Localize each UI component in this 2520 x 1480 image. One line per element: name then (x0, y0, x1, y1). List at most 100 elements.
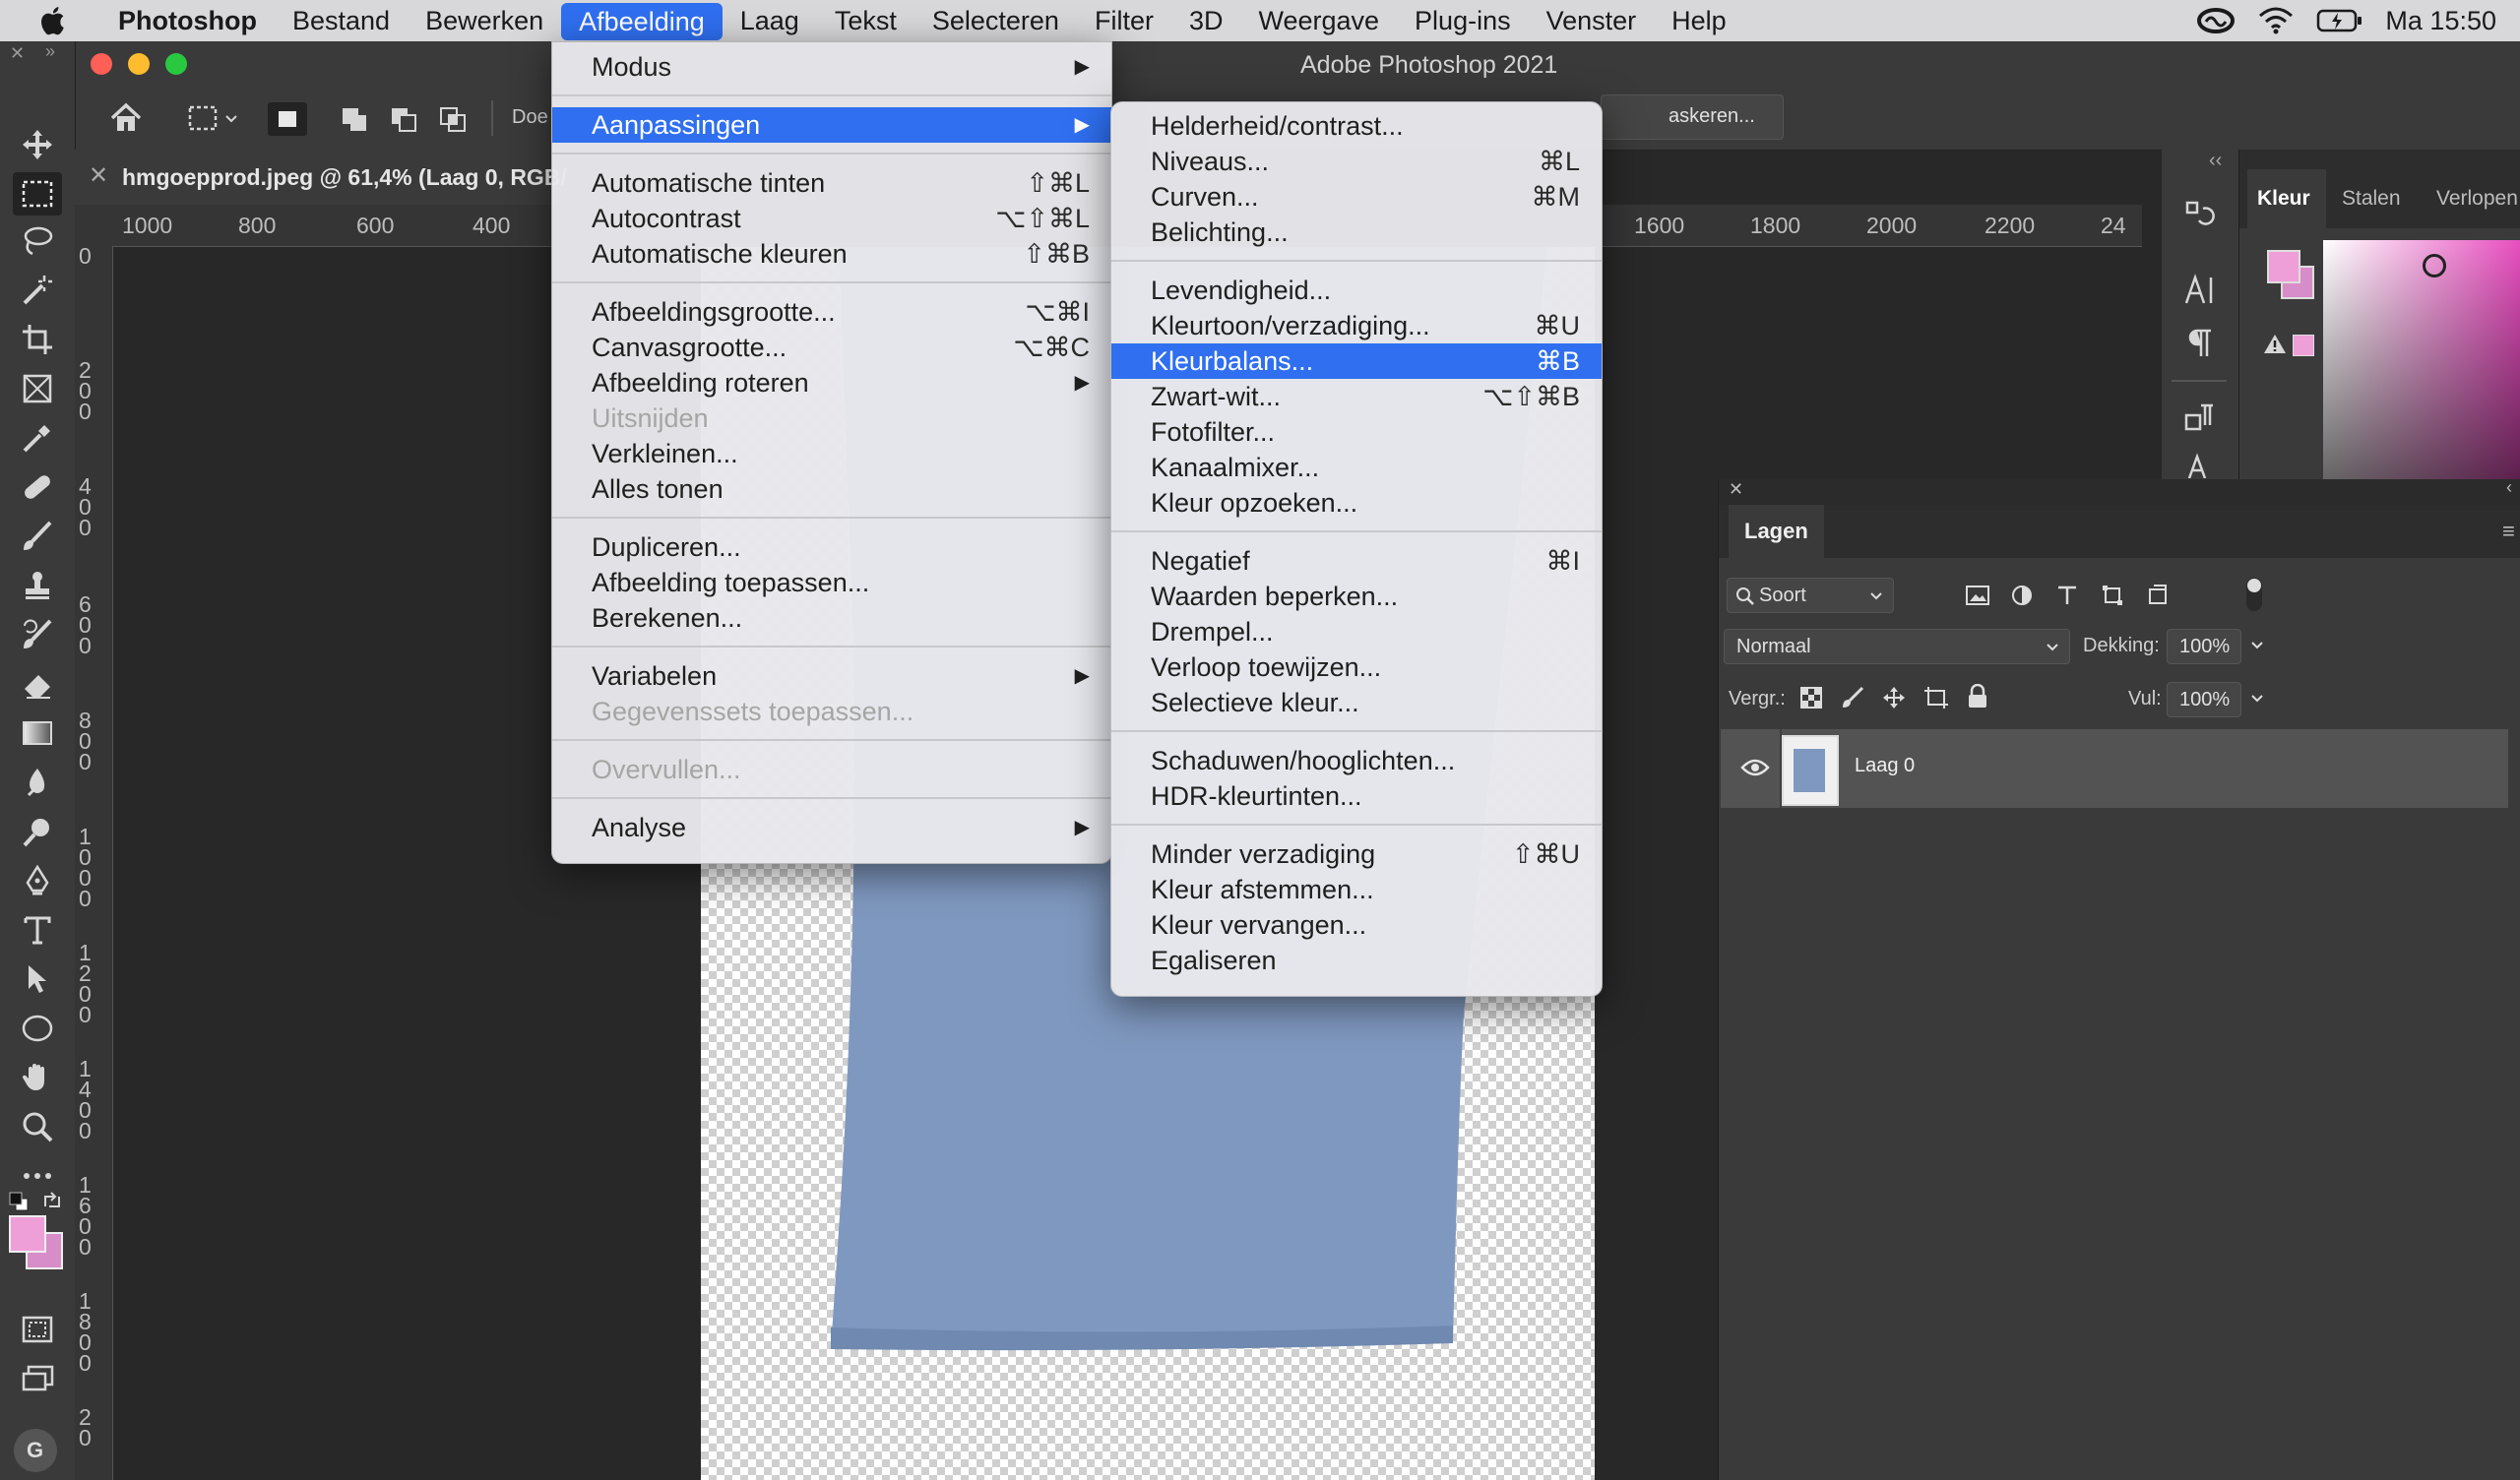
menu-item-negatief[interactable]: Negatief ⌘I (1111, 543, 1602, 579)
toolbar-close-icon[interactable]: ✕ (10, 43, 25, 64)
menu-item-berekenen[interactable]: Berekenen... (552, 600, 1111, 636)
hand-tool-icon[interactable] (19, 1059, 56, 1096)
menu-item-automatische-kleuren[interactable]: Automatische kleuren ⇧⌘B (552, 236, 1111, 272)
battery-icon[interactable] (2316, 7, 2363, 34)
menu-filter[interactable]: Filter (1077, 0, 1171, 41)
menu-item-drempel[interactable]: Drempel... (1111, 614, 1602, 649)
creative-cloud-icon[interactable] (2196, 6, 2236, 35)
menu-plug-ins[interactable]: Plug-ins (1397, 0, 1529, 41)
menu-laag[interactable]: Laag (723, 0, 817, 41)
menu-item-dupliceren[interactable]: Dupliceren... (552, 529, 1111, 565)
layer-row[interactable]: Laag 0 (1721, 729, 2508, 808)
minimize-window-button[interactable] (128, 53, 150, 75)
menu-item-kleurtoon-verzadiging[interactable]: Kleurtoon/verzadiging... ⌘U (1111, 308, 1602, 343)
menu-item-curven[interactable]: Curven... ⌘M (1111, 179, 1602, 215)
more-tools-icon[interactable] (19, 1157, 56, 1195)
menu-tekst[interactable]: Tekst (817, 0, 914, 41)
layers-panel-collapse-icon[interactable]: ‹ (2506, 477, 2512, 498)
menu-item-verkleinen[interactable]: Verkleinen... (552, 436, 1111, 471)
healing-brush-tool-icon[interactable] (19, 468, 56, 506)
brush-tool-icon[interactable] (19, 518, 56, 555)
layer-name[interactable]: Laag 0 (1855, 755, 1915, 777)
character-panel-icon[interactable] (2183, 274, 2217, 307)
clone-stamp-tool-icon[interactable] (19, 567, 56, 604)
dock-collapse-icon[interactable]: ‹‹ (2209, 150, 2222, 172)
history-brush-tool-icon[interactable] (19, 616, 56, 653)
menu-item-kleur-vervangen[interactable]: Kleur vervangen... (1111, 907, 1602, 943)
toolbar-collapse-icon[interactable]: » (45, 41, 55, 62)
fill-input[interactable]: 100% (2167, 682, 2241, 717)
layer-thumbnail[interactable] (1782, 735, 1839, 806)
fill-chevron-down-icon[interactable] (2250, 694, 2264, 704)
swap-colors-icon[interactable] (41, 1191, 63, 1212)
menu-help[interactable]: Help (1654, 0, 1744, 41)
crop-tool-icon[interactable] (19, 321, 56, 358)
frame-tool-icon[interactable] (19, 370, 56, 407)
menu-item-hdr-kleurtinten[interactable]: HDR-kleurtinten... (1111, 778, 1602, 814)
menu-bestand[interactable]: Bestand (275, 0, 408, 41)
menubar-clock[interactable]: Ma 15:50 (2385, 6, 2496, 36)
menu-item-levendigheid[interactable]: Levendigheid... (1111, 273, 1602, 308)
lock-position-icon[interactable] (1882, 686, 1906, 709)
color-panel-foreground-swatch[interactable] (2267, 250, 2300, 283)
vertical-ruler[interactable]: 0 2 0 0 4 0 0 6 0 0 8 0 0 1 0 0 0 1 2 0 … (75, 245, 113, 1480)
close-window-button[interactable] (91, 53, 112, 75)
menu-venster[interactable]: Venster (1529, 0, 1655, 41)
menu-item-analyse[interactable]: Analyse ▶ (552, 810, 1111, 845)
default-colors-icon[interactable] (8, 1191, 30, 1212)
tab-stalen[interactable]: Stalen (2342, 187, 2401, 211)
menu-item-kleur-opzoeken[interactable]: Kleur opzoeken... (1111, 485, 1602, 521)
menu-afbeelding[interactable]: Afbeelding (561, 3, 723, 40)
tab-lagen[interactable]: Lagen (1729, 505, 1824, 558)
document-tab[interactable]: ✕ hmgoepprod.jpeg @ 61,4% (Laag 0, RGB/ (75, 150, 567, 205)
menu-item-egaliseren[interactable]: Egaliseren (1111, 943, 1602, 978)
character-styles-icon[interactable] (2183, 451, 2217, 478)
filter-toggle-switch[interactable] (2246, 578, 2262, 611)
gradient-tool-icon[interactable] (19, 714, 56, 752)
menu-item-schaduwen-hooglichten[interactable]: Schaduwen/hooglichten... (1111, 743, 1602, 778)
menu-item-minder-verzadiging[interactable]: Minder verzadiging ⇧⌘U (1111, 836, 1602, 872)
lock-transparent-pixels-icon[interactable] (1799, 686, 1823, 709)
menu-item-verloop-toewijzen[interactable]: Verloop toewijzen... (1111, 649, 1602, 685)
menu-item-waarden-beperken[interactable]: Waarden beperken... (1111, 579, 1602, 614)
ellipse-tool-icon[interactable] (19, 1010, 56, 1047)
menu-item-selectieve-kleur[interactable]: Selectieve kleur... (1111, 685, 1602, 720)
paragraph-styles-icon[interactable] (2183, 401, 2217, 435)
menu-3d[interactable]: 3D (1171, 0, 1241, 41)
history-panel-icon[interactable] (2183, 199, 2217, 232)
menu-item-afbeelding-toepassen[interactable]: Afbeelding toepassen... (552, 565, 1111, 600)
tab-verlopen[interactable]: Verlopen (2436, 187, 2518, 211)
menu-item-aanpassingen[interactable]: Aanpassingen ▶ (552, 107, 1111, 143)
tab-kleur[interactable]: Kleur (2257, 187, 2310, 211)
menu-weergave[interactable]: Weergave (1240, 0, 1397, 41)
gamut-color-swatch[interactable] (2293, 335, 2314, 356)
layers-panel-close-icon[interactable]: ✕ (1729, 479, 1743, 500)
foreground-color-swatch[interactable] (9, 1215, 46, 1253)
paragraph-panel-icon[interactable] (2183, 327, 2217, 360)
filter-adjustment-layers-icon[interactable] (2010, 584, 2034, 607)
menu-item-belichting[interactable]: Belichting... (1111, 215, 1602, 250)
filter-type-layers-icon[interactable] (2055, 584, 2079, 607)
zoom-window-button[interactable] (165, 53, 187, 75)
opacity-chevron-down-icon[interactable] (2250, 641, 2264, 650)
screen-mode-icon[interactable] (19, 1360, 56, 1397)
intersect-selection-icon[interactable] (439, 106, 469, 134)
menu-item-afbeelding-roteren[interactable]: Afbeelding roteren ▶ (552, 365, 1111, 401)
color-picker-handle[interactable] (2423, 254, 2446, 278)
eraser-tool-icon[interactable] (19, 665, 56, 703)
lock-image-pixels-icon[interactable] (1841, 686, 1864, 709)
menu-selecteren[interactable]: Selecteren (914, 0, 1077, 41)
layers-panel-menu-icon[interactable]: ≡ (2502, 519, 2515, 544)
menu-item-kleurbalans[interactable]: Kleurbalans... ⌘B (1111, 343, 1602, 379)
home-icon[interactable] (108, 102, 144, 134)
magic-wand-tool-icon[interactable] (19, 272, 56, 309)
menu-bewerken[interactable]: Bewerken (408, 0, 561, 41)
add-selection-icon[interactable] (341, 106, 370, 134)
select-and-mask-button[interactable]: askeren... (1601, 94, 1784, 140)
menu-item-kleur-afstemmen[interactable]: Kleur afstemmen... (1111, 872, 1602, 907)
menu-item-autocontrast[interactable]: Autocontrast ⌥⇧⌘L (552, 201, 1111, 236)
menu-item-variabelen[interactable]: Variabelen ▶ (552, 658, 1111, 694)
apple-logo-icon[interactable] (37, 4, 71, 37)
filter-smart-objects-icon[interactable] (2146, 584, 2170, 607)
lasso-tool-icon[interactable] (19, 222, 56, 260)
